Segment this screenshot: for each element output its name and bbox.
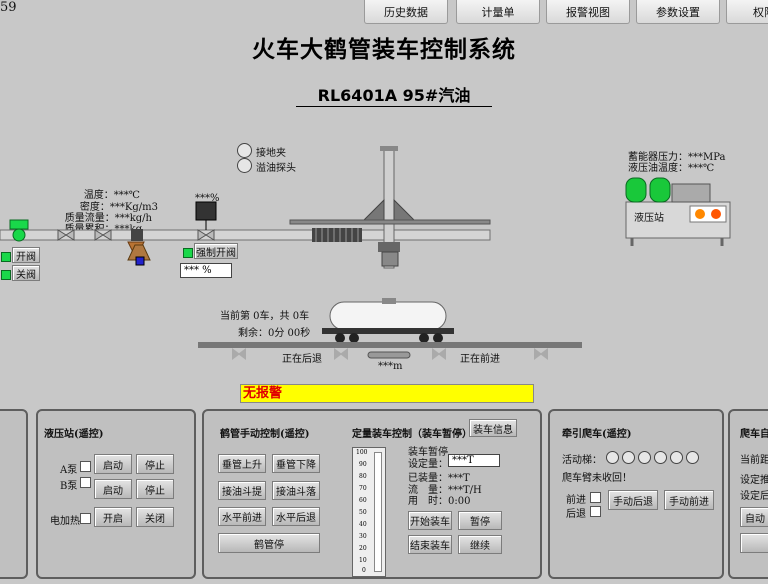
drip-tray-down-button[interactable]: 接油斗落 [272,481,320,500]
resume-button[interactable]: 继续 [458,535,502,554]
close-valve-led [1,270,11,280]
hydraulic-station-label: 液压站 [634,213,664,224]
current-distance-label: 当前距 [740,455,768,466]
manual-forward-button[interactable]: 手动前进 [664,490,714,510]
pump-b-label: B泵 [60,481,78,492]
valve-opening-field[interactable]: *** % [180,263,232,278]
load-scale-tick-0: 0 [362,567,366,574]
load-scale-tick-90: 90 [359,461,367,468]
track-back-status: 正在后退 [282,354,322,365]
load-scale: 100 90 80 70 60 50 40 30 20 10 0 [352,447,386,577]
pump-a-status [80,461,91,472]
ladder-led-2 [622,451,635,464]
close-valve-button[interactable]: 关阀 [12,265,40,281]
setpoint-input[interactable]: ***T [448,454,500,467]
crane-panel-title: 鹤管手动控制(遥控) [220,429,310,440]
start-loading-button[interactable]: 开始装车 [408,511,452,530]
track-distance: ***m [378,361,403,372]
pump-b-stop-button[interactable]: 停止 [136,479,174,499]
arm-not-retracted-notice: 爬车臂未收回！ [562,473,632,484]
tractor-panel-title: 牵引爬车(遥控) [562,429,632,440]
back-status [590,506,601,517]
load-scale-tick-20: 20 [359,545,367,552]
pump-a-stop-button[interactable]: 停止 [136,454,174,474]
pump-b-status [80,477,91,488]
hydraulic-oil-temp: 液压油温度：***℃ [628,163,715,174]
drip-tray-up-button[interactable]: 接油斗提 [218,481,266,500]
ladder-led-5 [670,451,683,464]
ladder-led-4 [654,451,667,464]
ladder-label: 活动梯： [562,455,602,466]
tractor-auto-title: 爬车自 [740,429,768,440]
forward-label: 前进 [566,495,586,506]
horizontal-back-button[interactable]: 水平后退 [272,507,320,526]
open-valve-led [1,252,11,262]
load-info-button[interactable]: 装车信息 [469,419,517,437]
tractor-panel: 牵引爬车(遥控) 活动梯： 爬车臂未收回！ 前进 后退 手动后退 手动前进 [548,409,724,579]
load-scale-bar [374,452,382,572]
crane-stop-button[interactable]: 鹤管停 [218,533,320,553]
crane-quant-panel: 鹤管手动控制(遥控) 垂管上升 垂管下降 接油斗提 接油斗落 水平前进 水平后退… [202,409,542,579]
car-count: 当前第 0车，共 0车 [220,311,310,322]
elapsed-time: 用 时：0:00 [408,496,471,507]
ladder-led-1 [606,451,619,464]
forward-status [590,492,601,503]
ladder-led-3 [638,451,651,464]
track-forward-status: 正在前进 [460,354,500,365]
horizontal-forward-button[interactable]: 水平前进 [218,507,266,526]
setpoint-label: 设定量： [408,459,448,470]
riser-down-button[interactable]: 垂管下降 [272,454,320,473]
force-open-led [183,248,193,258]
load-scale-tick-80: 80 [359,473,367,480]
load-scale-tick-10: 10 [359,557,367,564]
quant-panel-title: 定量装车控制（装车暂停） [352,429,472,440]
nav-history-button[interactable]: 历史数据 [364,0,448,24]
heater-status [80,513,91,524]
nav-alarm-view-button[interactable]: 报警视图 [546,0,630,24]
riser-up-button[interactable]: 垂管上升 [218,454,266,473]
pump-b-start-button[interactable]: 启动 [94,479,132,499]
end-loading-button[interactable]: 结束装车 [408,535,452,554]
ladder-led-6 [686,451,699,464]
auto-extra-button[interactable] [740,533,768,553]
nav-permission-button[interactable]: 权限 [726,0,768,24]
open-valve-button[interactable]: 开阀 [12,247,40,263]
nav-settings-button[interactable]: 参数设置 [636,0,720,24]
load-scale-tick-40: 40 [359,521,367,528]
load-scale-tick-50: 50 [359,509,367,516]
back-label: 后退 [566,509,586,520]
force-open-button[interactable]: 强制开阀 [194,243,238,259]
heater-off-button[interactable]: 关闭 [136,507,174,527]
left-edge-panel [0,409,28,579]
pause-button[interactable]: 暂停 [458,511,502,530]
load-scale-tick-100: 100 [356,449,368,456]
heater-on-button[interactable]: 开启 [94,507,132,527]
product-subtitle: RL6401A 95#汽油 [296,82,492,107]
hydraulic-control-panel: 液压站(遥控) A泵 启动 停止 B泵 启动 停止 电加热 开启 关闭 [36,409,196,579]
set-back-label: 设定后 [740,491,768,502]
auto-button[interactable]: 自动 [740,507,768,527]
pump-a-start-button[interactable]: 启动 [94,454,132,474]
car-remaining-time: 剩余：0分 00秒 [238,328,311,339]
manual-back-button[interactable]: 手动后退 [608,490,658,510]
load-scale-tick-70: 70 [359,485,367,492]
set-push-label: 设定推 [740,475,768,486]
hydraulic-panel-title: 液压站(遥控) [44,429,104,440]
pump-a-label: A泵 [60,465,78,476]
heater-label: 电加热 [50,516,80,527]
load-scale-tick-60: 60 [359,497,367,504]
tractor-auto-panel: 爬车自 当前距 设定推 设定后 自动 [728,409,768,579]
nav-meter-button[interactable]: 计量单 [456,0,540,24]
load-scale-tick-30: 30 [359,533,367,540]
page-title: 火车大鹤管装车控制系统 [252,36,516,63]
corner-number: 59 [0,0,17,15]
alarm-banner: 无报警 [240,384,534,403]
